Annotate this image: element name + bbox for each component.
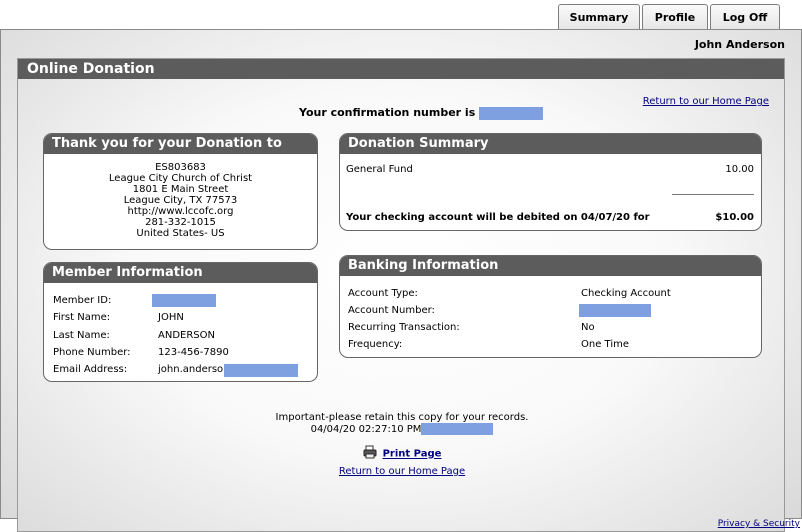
org-street: 1801 E Main Street (132, 184, 229, 195)
banking-info-title: Banking Information (340, 256, 761, 276)
phone-label: Phone Number: (53, 347, 131, 358)
timestamp-redacted (421, 423, 494, 435)
page-title: Online Donation (18, 59, 784, 79)
organization-address: ES803683 League City Church of Christ 18… (44, 154, 317, 239)
return-home-row: Return to our Home Page (18, 466, 786, 477)
org-phone: 281-332-1015 (145, 217, 216, 228)
timestamp: 04/04/20 02:27:10 PM (310, 424, 422, 435)
phone-value: 123-456-7890 (158, 347, 229, 358)
first-name-value: JOHN (158, 312, 184, 323)
org-country: United States- US (136, 228, 225, 239)
user-name: John Anderson (694, 38, 785, 51)
recurring-label: Recurring Transaction: (348, 322, 460, 333)
confirmation-line: Your confirmation number is (299, 106, 544, 120)
org-name: League City Church of Christ (108, 173, 253, 184)
privacy-security-link[interactable]: Privacy & Security (718, 519, 800, 529)
donation-summary-box: Donation Summary General Fund 10.00 Your… (339, 133, 762, 231)
org-city-state: League City, TX 77573 (123, 195, 238, 206)
top-nav-tabs: Summary Profile Log Off (558, 4, 782, 29)
member-info-title: Member Information (44, 263, 317, 283)
donation-summary-title: Donation Summary (340, 134, 761, 154)
account-number-label: Account Number: (348, 305, 435, 316)
frequency-value: One Time (581, 339, 630, 350)
email-label: Email Address: (53, 364, 128, 375)
member-id-label: Member ID: (53, 295, 112, 306)
member-info-box: Member Information Member ID: First Name… (43, 262, 318, 382)
timestamp-line: 04/04/20 02:27:10 PM (18, 423, 786, 435)
thank-you-box: Thank you for your Donation to ES803683 … (43, 133, 318, 250)
account-number-redacted (579, 304, 651, 317)
thank-you-title: Thank you for your Donation to (44, 134, 317, 154)
confirmation-label: Your confirmation number is (299, 106, 476, 119)
return-home-link-top[interactable]: Return to our Home Page (643, 96, 769, 107)
account-type-value: Checking Account (581, 288, 671, 299)
banking-info-box: Banking Information Account Type: Checki… (339, 255, 762, 358)
total-divider (672, 194, 754, 195)
print-page-link[interactable]: Print Page (383, 449, 442, 460)
org-website: http://www.lccofc.org (127, 206, 234, 217)
fund-label: General Fund (346, 164, 413, 175)
recurring-value: No (581, 322, 595, 333)
print-row: Print Page (18, 445, 786, 462)
printer-icon[interactable] (363, 445, 377, 462)
email-value: john.anderson (158, 364, 230, 375)
main-frame: John Anderson Online Donation Your confi… (0, 29, 802, 532)
tab-profile[interactable]: Profile (642, 4, 708, 29)
retain-notice: Important-please retain this copy for yo… (275, 412, 529, 423)
return-home-link-bottom[interactable]: Return to our Home Page (339, 466, 465, 477)
org-id: ES803683 (155, 162, 206, 173)
tab-log-off[interactable]: Log Off (710, 4, 780, 29)
member-id-redacted (152, 294, 216, 307)
email-domain-redacted (224, 364, 298, 377)
last-name-label: Last Name: (53, 330, 110, 341)
account-type-label: Account Type: (348, 288, 418, 299)
tab-summary[interactable]: Summary (558, 4, 640, 29)
first-name-label: First Name: (53, 312, 111, 323)
donation-total: $10.00 (715, 212, 754, 223)
confirmation-number-redacted (479, 106, 544, 120)
frequency-label: Frequency: (348, 339, 403, 350)
online-donation-panel: Online Donation Your confirmation number… (17, 58, 785, 532)
debit-text: Your checking account will be debited on… (346, 212, 650, 223)
fund-amount: 10.00 (725, 164, 754, 175)
last-name-value: ANDERSON (158, 330, 215, 341)
